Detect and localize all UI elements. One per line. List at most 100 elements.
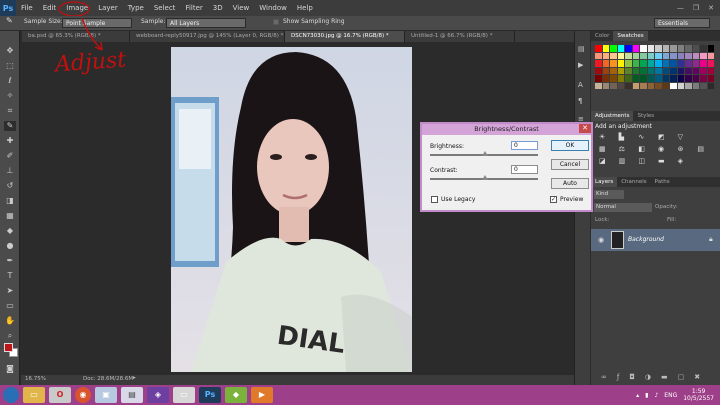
language-indicator[interactable]: ENG	[664, 392, 677, 399]
swatch[interactable]	[655, 52, 662, 59]
player-icon[interactable]: ▶	[251, 387, 273, 403]
swatch[interactable]	[662, 82, 669, 89]
new-group-icon[interactable]: ▬	[661, 373, 668, 381]
swatch[interactable]	[662, 75, 669, 82]
auto-button[interactable]: Auto	[551, 178, 589, 189]
opera-icon[interactable]: O	[49, 387, 71, 403]
swatch[interactable]	[677, 45, 684, 52]
start-button-icon[interactable]	[3, 387, 19, 403]
selective-color-adjustment-icon[interactable]: ◈	[678, 157, 698, 165]
paragraph-panel-icon[interactable]: ¶	[578, 97, 582, 105]
zoom-tool-icon[interactable]: ⌕	[4, 331, 16, 341]
swatch[interactable]	[617, 82, 624, 89]
swatch[interactable]	[677, 82, 684, 89]
swatch[interactable]	[632, 67, 639, 74]
swatch[interactable]	[700, 67, 707, 74]
brightness-slider[interactable]	[430, 151, 538, 156]
swatch[interactable]	[625, 60, 632, 67]
tab-paths[interactable]: Paths	[651, 177, 674, 187]
swatch[interactable]	[625, 67, 632, 74]
character-panel-icon[interactable]: A	[578, 81, 583, 89]
swatch[interactable]	[700, 82, 707, 89]
menu-3d[interactable]: 3D	[208, 4, 228, 12]
swatch[interactable]	[700, 52, 707, 59]
brightness-slider-thumb[interactable]	[482, 151, 488, 156]
swatch[interactable]	[685, 75, 692, 82]
swatch[interactable]	[662, 60, 669, 67]
swatch[interactable]	[640, 52, 647, 59]
healing-tool-icon[interactable]: ✚	[4, 136, 16, 146]
tab-channels[interactable]: Channels	[617, 177, 650, 187]
preview-checkbox[interactable]: ✓	[550, 196, 557, 203]
swatch[interactable]	[670, 52, 677, 59]
status-arrow-icon[interactable]: ▸	[133, 375, 136, 381]
swatch[interactable]	[677, 75, 684, 82]
black-white-adjustment-icon[interactable]: ◧	[638, 145, 658, 153]
new-layer-icon[interactable]: ▢	[678, 373, 685, 381]
swatch[interactable]	[610, 82, 617, 89]
swatch[interactable]	[617, 45, 624, 52]
media-icon[interactable]: ◈	[147, 387, 169, 403]
show-ring-checkbox[interactable]	[273, 19, 279, 25]
contrast-input[interactable]: 0	[511, 165, 538, 174]
swatch[interactable]	[610, 67, 617, 74]
channel-mixer-adjustment-icon[interactable]: ⊛	[678, 145, 698, 153]
swatch[interactable]	[625, 52, 632, 59]
swatch[interactable]	[610, 45, 617, 52]
color-balance-adjustment-icon[interactable]: ⚖	[619, 145, 639, 153]
history-panel-icon[interactable]: ▤	[578, 45, 585, 53]
levels-adjustment-icon[interactable]: ▙	[619, 133, 639, 141]
menu-layer[interactable]: Layer	[93, 4, 123, 12]
swatch[interactable]	[700, 60, 707, 67]
swatch[interactable]	[685, 60, 692, 67]
swatch[interactable]	[617, 67, 624, 74]
menu-view[interactable]: View	[228, 4, 255, 12]
bluestacks-icon[interactable]: ◆	[225, 387, 247, 403]
document-photo[interactable]: DIAL	[171, 47, 412, 372]
swatch[interactable]	[632, 75, 639, 82]
tab-swatches[interactable]: Swatches	[613, 31, 648, 41]
dodge-tool-icon[interactable]: ●	[4, 241, 16, 251]
lasso-tool-icon[interactable]: ℓ	[4, 76, 16, 86]
swatch[interactable]	[677, 67, 684, 74]
path-select-tool-icon[interactable]: ➤	[4, 286, 16, 296]
mask-icon[interactable]: ◘	[629, 373, 635, 381]
close-icon[interactable]: ✕	[708, 4, 714, 12]
eyedropper-tool-icon[interactable]: ✎	[4, 121, 16, 131]
swatch[interactable]	[662, 67, 669, 74]
hue-saturation-adjustment-icon[interactable]: ▦	[599, 145, 619, 153]
quick-mask-icon[interactable]: ◙	[4, 364, 16, 374]
swatch[interactable]	[647, 60, 654, 67]
network-icon[interactable]: ▮	[645, 392, 648, 399]
contrast-slider-thumb[interactable]	[482, 175, 488, 180]
blur-tool-icon[interactable]: ◆	[4, 226, 16, 236]
tray-arrow-icon[interactable]: ▴	[636, 392, 639, 399]
swatch[interactable]	[692, 75, 699, 82]
swatch[interactable]	[595, 45, 602, 52]
swatch[interactable]	[655, 82, 662, 89]
actions-panel-icon[interactable]: ▶	[578, 61, 583, 69]
swatch[interactable]	[617, 52, 624, 59]
swatch[interactable]	[655, 75, 662, 82]
blend-mode-select[interactable]: Normal	[594, 203, 652, 212]
doc-tab-active[interactable]: DSCN73030.jpg @ 16.7% (RGB/8) *	[285, 31, 405, 42]
swatch[interactable]	[625, 82, 632, 89]
swatch[interactable]	[707, 67, 714, 74]
visibility-eye-icon[interactable]: ◉	[598, 236, 604, 244]
swatch[interactable]	[677, 60, 684, 67]
tab-styles[interactable]: Styles	[633, 111, 658, 121]
maximize-icon[interactable]: ❐	[693, 4, 699, 12]
swatch[interactable]	[602, 60, 609, 67]
color-lookup-adjustment-icon[interactable]: ▤	[697, 145, 717, 153]
eyedropper-icon[interactable]: ✎	[6, 16, 13, 25]
swatch[interactable]	[610, 60, 617, 67]
menu-window[interactable]: Window	[254, 4, 292, 12]
chrome-icon[interactable]: ◉	[75, 387, 91, 403]
swatch[interactable]	[685, 52, 692, 59]
swatch[interactable]	[670, 45, 677, 52]
trash-icon[interactable]: ✖	[694, 373, 700, 381]
swatch[interactable]	[640, 45, 647, 52]
window-icon[interactable]: ▭	[173, 387, 195, 403]
tab-layers[interactable]: Layers	[591, 177, 618, 187]
volume-icon[interactable]: ♪	[654, 392, 658, 399]
